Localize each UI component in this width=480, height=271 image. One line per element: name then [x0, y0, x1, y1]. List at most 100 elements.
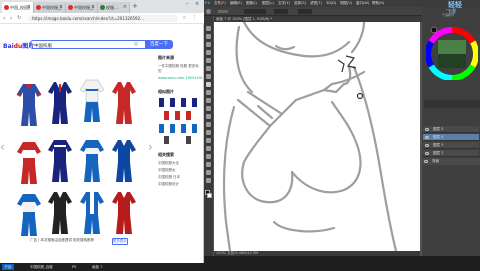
uniform-image-2[interactable] [46, 78, 74, 126]
menu-filter[interactable]: 滤镜(T) [310, 0, 322, 7]
eye-icon[interactable] [425, 136, 429, 139]
hand-tool-icon[interactable] [206, 170, 211, 175]
prev-arrow-icon[interactable]: ‹ [0, 140, 5, 154]
source-description[interactable]: 一件中国校服 校服 更多标的 [158, 64, 202, 74]
menu-edit[interactable]: 编辑(E) [230, 0, 242, 7]
back-icon[interactable]: ‹ [3, 15, 5, 22]
brush-tool-icon[interactable] [206, 9, 211, 14]
more-images-button[interactable]: 更多图片 [112, 238, 128, 245]
taskbar-item-doc[interactable]: 画板 7 [92, 264, 122, 270]
marquee-tool-icon[interactable] [206, 34, 211, 39]
menu-type[interactable]: 文字(Y) [278, 0, 290, 7]
eraser-tool-icon[interactable] [206, 106, 211, 111]
uniform-image-5[interactable] [15, 138, 43, 186]
layer-row-background[interactable]: 背景 [422, 158, 480, 165]
menu-help[interactable]: 帮助(H) [372, 0, 384, 7]
forward-icon[interactable]: › [10, 15, 12, 22]
stamp-tool-icon[interactable] [206, 90, 211, 95]
browser-tab-2[interactable]: 中国校服_百… × [34, 2, 66, 13]
reload-icon[interactable]: ↻ [17, 15, 21, 22]
ps-canvas[interactable] [214, 22, 420, 251]
lasso-tool-icon[interactable] [206, 42, 211, 47]
browser-tab-4[interactable]: 校服… × [98, 2, 130, 13]
uniform-image-12[interactable] [110, 188, 138, 236]
menu-window[interactable]: 窗口(W) [356, 0, 369, 7]
layer-name: 图层 3 [433, 143, 444, 147]
shape-tool-icon[interactable] [206, 162, 211, 167]
menu-icon[interactable]: ⋮ [192, 15, 197, 22]
taskbar-item-browser[interactable]: 中国校服_百度 [30, 264, 68, 270]
uniform-image-1[interactable] [15, 80, 43, 128]
eye-icon[interactable] [425, 128, 429, 131]
menu-select[interactable]: 选择(S) [294, 0, 306, 7]
dodge-tool-icon[interactable] [206, 130, 211, 135]
close-tab-icon[interactable]: × [123, 4, 127, 10]
current-color-swatch[interactable] [430, 26, 438, 34]
layer-row[interactable]: 图层 5 [423, 126, 479, 133]
close-tab-icon[interactable]: × [59, 4, 63, 10]
menu-file[interactable]: 文件(F) [214, 0, 226, 7]
history-brush-tool-icon[interactable] [206, 98, 211, 103]
blur-tool-icon[interactable] [206, 122, 211, 127]
star-icon[interactable]: ☆ [182, 15, 186, 22]
new-tab-icon[interactable]: + [132, 2, 138, 10]
background-color-swatch[interactable] [207, 193, 212, 198]
minimize-icon[interactable]: – [186, 1, 189, 7]
color-wheel[interactable] [426, 24, 478, 80]
source-url[interactable]: www.sohu.com 1920x1080 [158, 76, 202, 80]
uniform-image-3[interactable] [78, 76, 106, 124]
eyedropper-tool-icon[interactable] [206, 66, 211, 71]
similar-images-grid[interactable] [158, 97, 202, 145]
uniform-image-4[interactable] [110, 78, 138, 126]
address-bar[interactable]: https://image.baidu.com/search/index?ct=… [28, 15, 178, 22]
related-search-link[interactable]: 中国校服 日本 [158, 175, 180, 180]
mode-dropdown[interactable] [244, 9, 266, 14]
search-input[interactable]: 中国校服 [30, 40, 145, 49]
browser-tab-1[interactable]: 中国_校园服… × [2, 2, 34, 13]
menu-3d[interactable]: 3D(D) [326, 0, 336, 7]
eye-icon[interactable] [424, 160, 428, 163]
taskbar-item-ps[interactable]: PS [72, 264, 86, 270]
uniform-image-6[interactable] [46, 136, 74, 184]
related-search-link[interactable]: 中国校服大全 [158, 161, 179, 166]
related-search-link[interactable]: 中国校服女 [158, 168, 176, 173]
menu-image[interactable]: 图像(I) [246, 0, 257, 7]
layer-row[interactable]: 图层 2 [423, 150, 479, 157]
close-tab-icon[interactable]: × [27, 4, 31, 10]
uniform-image-10[interactable] [46, 188, 74, 236]
zoom-tool-icon[interactable] [206, 178, 211, 183]
uniform-image-7[interactable] [78, 136, 106, 184]
menu-layer[interactable]: 图层(L) [262, 0, 274, 7]
eye-icon[interactable] [425, 152, 429, 155]
layer-row[interactable]: 图层 3 [423, 142, 479, 149]
close-tab-icon[interactable]: × [91, 4, 95, 10]
type-tool-icon[interactable] [206, 146, 211, 151]
move-tool-icon[interactable] [206, 26, 211, 31]
pen-tool-icon[interactable] [206, 138, 211, 143]
layer-name: 图层 4 [433, 135, 444, 139]
magic-wand-tool-icon[interactable] [206, 50, 211, 55]
flow-field[interactable] [298, 9, 312, 14]
menu-view[interactable]: 视图(V) [340, 0, 352, 7]
start-button[interactable]: 开始 [2, 264, 14, 270]
crop-tool-icon[interactable] [206, 58, 211, 63]
sidebar-heading-source: 图片来源 [158, 55, 174, 60]
next-arrow-icon[interactable]: › [148, 140, 153, 154]
uniform-image-9[interactable] [15, 190, 43, 238]
close-window-icon[interactable]: × [195, 1, 199, 7]
eye-icon[interactable] [425, 144, 429, 147]
ps-logo: PS [205, 1, 211, 5]
search-button[interactable]: 百度一下 [145, 40, 173, 49]
path-select-tool-icon[interactable] [206, 154, 211, 159]
related-search-link[interactable]: 中国校服设计 [158, 182, 179, 187]
uniform-image-11[interactable] [78, 188, 106, 236]
browser-tab-3[interactable]: 中国校服_百… × [66, 2, 98, 13]
gradient-tool-icon[interactable] [206, 114, 211, 119]
opacity-field[interactable] [274, 9, 288, 14]
uniform-image-8[interactable] [110, 136, 138, 184]
healing-tool-icon[interactable] [206, 74, 211, 79]
brush-tool-icon[interactable] [206, 82, 211, 87]
camera-icon[interactable]: ◎ [134, 41, 141, 48]
layer-row-selected[interactable]: 图层 4 [423, 134, 479, 141]
brush-size-dropdown[interactable] [218, 10, 228, 13]
